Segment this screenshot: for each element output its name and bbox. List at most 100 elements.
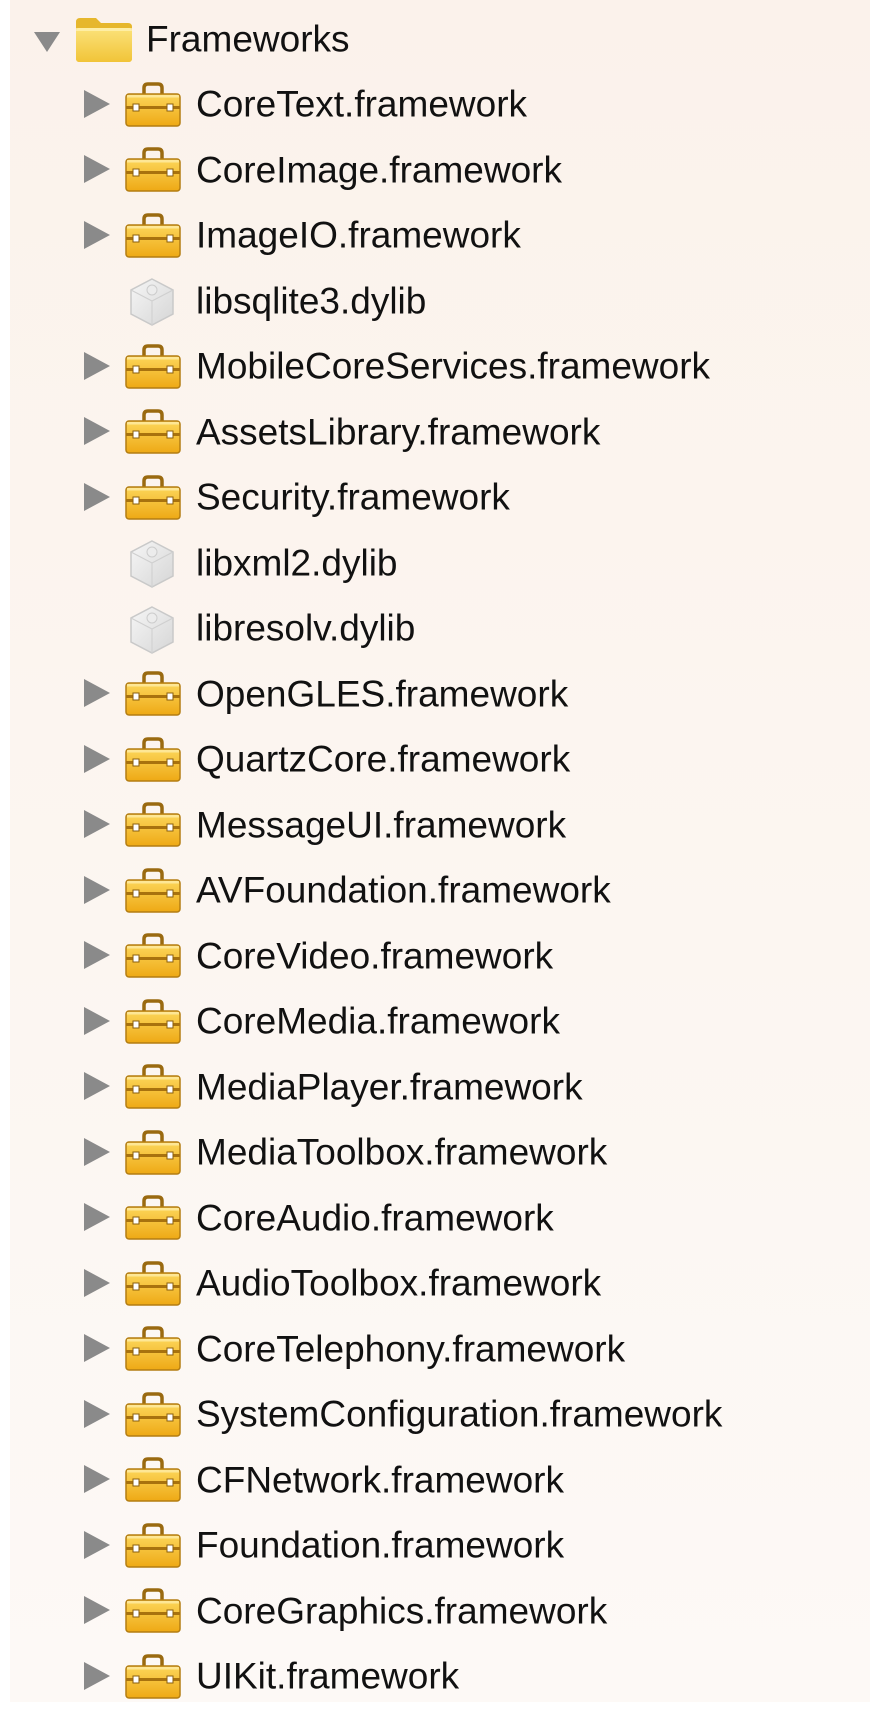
tree-row-corevideo-framework[interactable]: CoreVideo.framework: [10, 923, 870, 989]
tree-row-label: MobileCoreServices.framework: [196, 348, 710, 385]
disclosure-triangle-collapsed-icon[interactable]: [84, 483, 110, 511]
framework-toolbox-icon: [124, 802, 182, 848]
tree-row-label: CoreTelephony.framework: [196, 1330, 625, 1367]
tree-row-coreaudio-framework[interactable]: CoreAudio.framework: [10, 1185, 870, 1251]
tree-row-label: MediaPlayer.framework: [196, 1068, 583, 1105]
tree-row-label: QuartzCore.framework: [196, 741, 570, 778]
tree-row-label: Foundation.framework: [196, 1527, 564, 1564]
tree-row-audiotoolbox-framework[interactable]: AudioToolbox.framework: [10, 1251, 870, 1317]
tree-row-label: CoreMedia.framework: [196, 1003, 560, 1040]
disclosure-triangle-collapsed-icon[interactable]: [84, 1203, 110, 1231]
framework-toolbox-icon: [124, 82, 182, 128]
tree-row-label: libxml2.dylib: [196, 544, 398, 581]
disclosure-triangle-collapsed-icon[interactable]: [84, 1400, 110, 1428]
tree-row-avfoundation-framework[interactable]: AVFoundation.framework: [10, 858, 870, 924]
tree-row-uikit-framework[interactable]: UIKit.framework: [10, 1644, 870, 1709]
disclosure-triangle-collapsed-icon[interactable]: [84, 1531, 110, 1559]
framework-toolbox-icon: [124, 671, 182, 717]
framework-toolbox-icon: [124, 1392, 182, 1438]
tree-row-label: CoreGraphics.framework: [196, 1592, 607, 1629]
tree-row-label: MediaToolbox.framework: [196, 1134, 607, 1171]
disclosure-triangle-collapsed-icon[interactable]: [84, 941, 110, 969]
tree-row-label: CoreImage.framework: [196, 151, 562, 188]
dylib-icon: [126, 538, 178, 590]
tree-row-systemconfiguration-framework[interactable]: SystemConfiguration.framework: [10, 1382, 870, 1448]
framework-toolbox-icon: [124, 1523, 182, 1569]
tree-row-label: libresolv.dylib: [196, 610, 415, 647]
tree-row-coreimage-framework[interactable]: CoreImage.framework: [10, 137, 870, 203]
dylib-icon: [126, 276, 178, 328]
tree-row-label: ImageIO.framework: [196, 217, 521, 254]
framework-toolbox-icon: [124, 933, 182, 979]
disclosure-triangle-collapsed-icon[interactable]: [84, 1007, 110, 1035]
tree-row-label: CoreAudio.framework: [196, 1199, 554, 1236]
tree-row-cfnetwork-framework[interactable]: CFNetwork.framework: [10, 1447, 870, 1513]
framework-toolbox-icon: [124, 999, 182, 1045]
disclosure-triangle-expanded-icon[interactable]: [34, 32, 60, 52]
disclosure-triangle-collapsed-icon[interactable]: [84, 221, 110, 249]
framework-toolbox-icon: [124, 1457, 182, 1503]
file-tree: Frameworks CoreText.framework CoreImage.…: [10, 6, 870, 1709]
tree-row-label: CFNetwork.framework: [196, 1461, 564, 1498]
tree-row-coretelephony-framework[interactable]: CoreTelephony.framework: [10, 1316, 870, 1382]
tree-row-label: AVFoundation.framework: [196, 872, 611, 909]
framework-toolbox-icon: [124, 344, 182, 390]
tree-row-mobilecoreservices-framework[interactable]: MobileCoreServices.framework: [10, 334, 870, 400]
tree-row-foundation-framework[interactable]: Foundation.framework: [10, 1513, 870, 1579]
tree-row-label: libsqlite3.dylib: [196, 282, 426, 319]
disclosure-triangle-collapsed-icon[interactable]: [84, 1269, 110, 1297]
framework-toolbox-icon: [124, 409, 182, 455]
tree-row-coregraphics-framework[interactable]: CoreGraphics.framework: [10, 1578, 870, 1644]
tree-row-libresolv-dylib[interactable]: libresolv.dylib: [10, 596, 870, 662]
tree-row-label: CoreText.framework: [196, 86, 527, 123]
framework-toolbox-icon: [124, 213, 182, 259]
framework-toolbox-icon: [124, 868, 182, 914]
disclosure-triangle-collapsed-icon[interactable]: [84, 352, 110, 380]
tree-row-messageui-framework[interactable]: MessageUI.framework: [10, 792, 870, 858]
framework-toolbox-icon: [124, 1261, 182, 1307]
disclosure-triangle-collapsed-icon[interactable]: [84, 417, 110, 445]
disclosure-triangle-collapsed-icon[interactable]: [84, 1662, 110, 1690]
tree-row-label: Security.framework: [196, 479, 510, 516]
folder-icon: [74, 14, 134, 64]
framework-toolbox-icon: [124, 475, 182, 521]
disclosure-triangle-collapsed-icon[interactable]: [84, 679, 110, 707]
disclosure-triangle-collapsed-icon[interactable]: [84, 745, 110, 773]
disclosure-triangle-collapsed-icon[interactable]: [84, 90, 110, 118]
tree-row-mediatoolbox-framework[interactable]: MediaToolbox.framework: [10, 1120, 870, 1186]
tree-row-label: AudioToolbox.framework: [196, 1265, 601, 1302]
framework-toolbox-icon: [124, 1064, 182, 1110]
tree-row-label: UIKit.framework: [196, 1658, 459, 1695]
disclosure-triangle-collapsed-icon[interactable]: [84, 876, 110, 904]
disclosure-triangle-collapsed-icon[interactable]: [84, 1138, 110, 1166]
tree-row-quartzcore-framework[interactable]: QuartzCore.framework: [10, 727, 870, 793]
framework-toolbox-icon: [124, 1130, 182, 1176]
framework-toolbox-icon: [124, 1654, 182, 1700]
tree-row-label: CoreVideo.framework: [196, 937, 553, 974]
disclosure-triangle-collapsed-icon[interactable]: [84, 810, 110, 838]
tree-row-libxml2-dylib[interactable]: libxml2.dylib: [10, 530, 870, 596]
tree-row-label: SystemConfiguration.framework: [196, 1396, 722, 1433]
disclosure-triangle-collapsed-icon[interactable]: [84, 1072, 110, 1100]
tree-row-libsqlite3-dylib[interactable]: libsqlite3.dylib: [10, 268, 870, 334]
disclosure-triangle-collapsed-icon[interactable]: [84, 155, 110, 183]
tree-row-coretext-framework[interactable]: CoreText.framework: [10, 72, 870, 138]
file-navigator-panel: Frameworks CoreText.framework CoreImage.…: [10, 0, 870, 1702]
tree-row-assetslibrary-framework[interactable]: AssetsLibrary.framework: [10, 399, 870, 465]
framework-toolbox-icon: [124, 1588, 182, 1634]
tree-row-opengles-framework[interactable]: OpenGLES.framework: [10, 661, 870, 727]
tree-row-label: AssetsLibrary.framework: [196, 413, 600, 450]
tree-row-security-framework[interactable]: Security.framework: [10, 465, 870, 531]
tree-row-frameworks-group[interactable]: Frameworks: [10, 6, 870, 72]
framework-toolbox-icon: [124, 1326, 182, 1372]
tree-row-coremedia-framework[interactable]: CoreMedia.framework: [10, 989, 870, 1055]
disclosure-triangle-collapsed-icon[interactable]: [84, 1465, 110, 1493]
tree-row-label: OpenGLES.framework: [196, 675, 568, 712]
tree-row-imageio-framework[interactable]: ImageIO.framework: [10, 203, 870, 269]
framework-toolbox-icon: [124, 737, 182, 783]
tree-row-mediaplayer-framework[interactable]: MediaPlayer.framework: [10, 1054, 870, 1120]
disclosure-triangle-collapsed-icon[interactable]: [84, 1596, 110, 1624]
disclosure-triangle-collapsed-icon[interactable]: [84, 1334, 110, 1362]
dylib-icon: [126, 604, 178, 656]
framework-toolbox-icon: [124, 1195, 182, 1241]
